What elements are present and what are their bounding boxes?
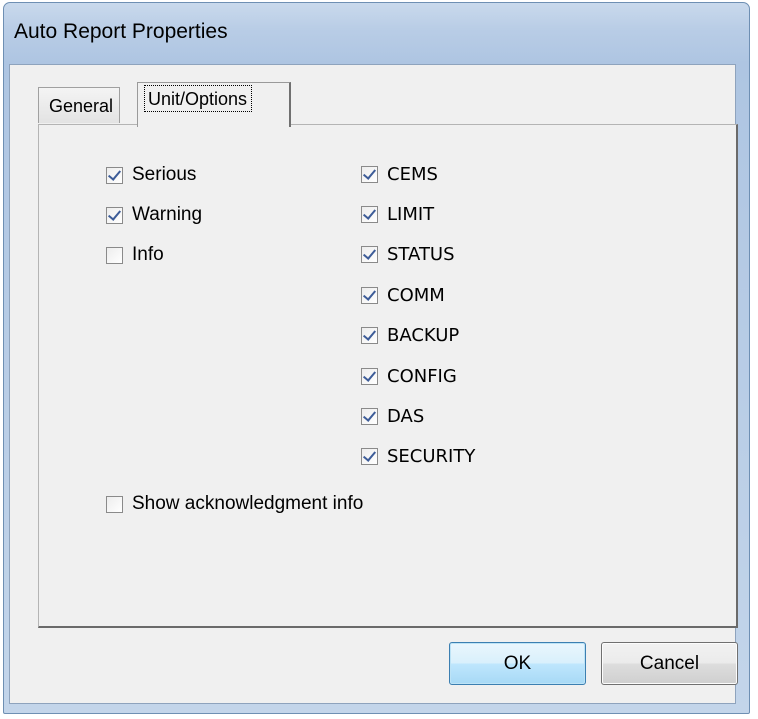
checkbox-cems-label: CEMS xyxy=(387,164,438,185)
ok-button[interactable]: OK xyxy=(449,642,586,685)
window-title: Auto Report Properties xyxy=(14,20,228,43)
checkbox-show-acknowledgment-box[interactable] xyxy=(106,495,123,513)
checkbox-info-label: Info xyxy=(132,244,164,265)
checkbox-config[interactable]: CONFIG xyxy=(361,366,457,387)
checkbox-cems[interactable]: CEMS xyxy=(361,164,438,185)
checkbox-das-label: DAS xyxy=(387,406,425,427)
checkbox-limit[interactable]: LIMIT xyxy=(361,204,434,225)
checkbox-status-label: STATUS xyxy=(387,244,455,265)
checkbox-warning[interactable]: Warning xyxy=(106,204,202,226)
checkbox-backup-box[interactable] xyxy=(361,327,378,344)
checkbox-show-acknowledgment-label: Show acknowledgment info xyxy=(132,493,364,514)
checkbox-comm-box[interactable] xyxy=(361,287,378,304)
checkbox-comm[interactable]: COMM xyxy=(361,285,445,306)
checkbox-warning-label: Warning xyxy=(132,204,203,225)
checkbox-security-box[interactable] xyxy=(361,448,378,465)
checkbox-comm-label: COMM xyxy=(387,285,445,306)
checkbox-limit-box[interactable] xyxy=(361,206,378,223)
checkbox-config-label: CONFIG xyxy=(387,366,457,387)
checkbox-serious-label: Serious xyxy=(132,164,197,185)
checkbox-status[interactable]: STATUS xyxy=(361,244,455,265)
tab-general[interactable]: General xyxy=(38,87,121,123)
checkbox-das-box[interactable] xyxy=(361,408,378,425)
checkbox-serious[interactable]: Serious xyxy=(106,164,196,186)
tab-unit-options[interactable]: Unit/Options xyxy=(137,82,291,127)
checkbox-info[interactable]: Info xyxy=(106,244,164,266)
checkbox-backup[interactable]: BACKUP xyxy=(361,325,459,346)
checkbox-show-acknowledgment[interactable]: Show acknowledgment info xyxy=(106,493,363,515)
checkbox-config-box[interactable] xyxy=(361,368,378,385)
cancel-button-label: Cancel xyxy=(639,652,700,674)
tab-general-label: General xyxy=(49,96,114,116)
checkbox-warning-box[interactable] xyxy=(106,206,123,224)
checkbox-status-box[interactable] xyxy=(361,246,378,263)
cancel-button[interactable]: Cancel xyxy=(601,642,738,685)
checkbox-info-box[interactable] xyxy=(106,246,123,264)
checkbox-serious-box[interactable] xyxy=(106,166,123,184)
checkbox-security-label: SECURITY xyxy=(387,446,476,467)
checkbox-security[interactable]: SECURITY xyxy=(361,446,475,467)
checkbox-backup-label: BACKUP xyxy=(387,325,460,346)
checkbox-limit-label: LIMIT xyxy=(387,204,435,225)
ok-button-label: OK xyxy=(503,652,532,674)
checkbox-cems-box[interactable] xyxy=(361,166,378,183)
tab-unit-options-label: Unit/Options xyxy=(144,85,253,112)
checkbox-das[interactable]: DAS xyxy=(361,406,424,427)
